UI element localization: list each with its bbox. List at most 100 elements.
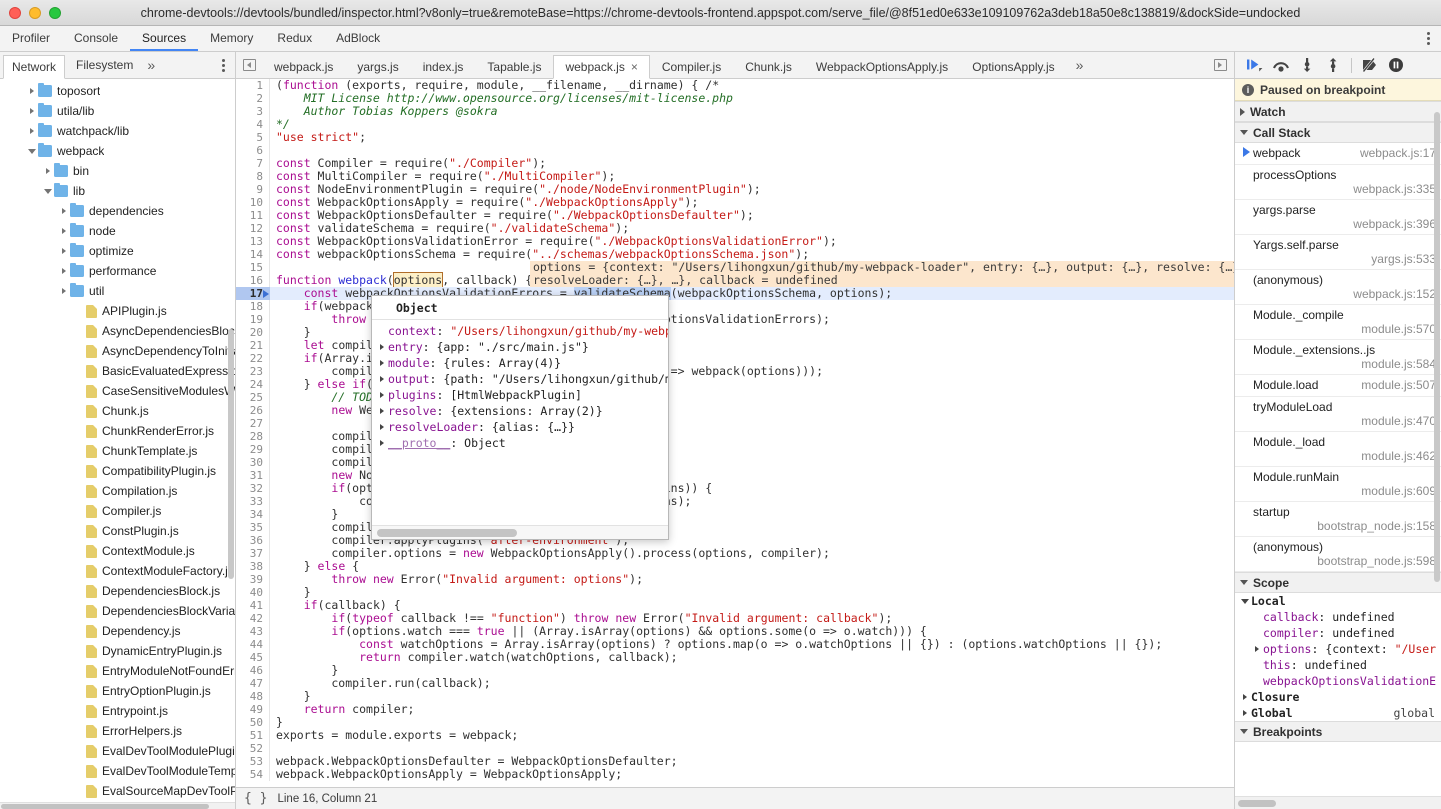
line-number[interactable]: 53 [236, 755, 270, 768]
call-stack-frame[interactable]: tryModuleLoad module.js:470 [1235, 397, 1441, 432]
deactivate-breakpoints-button[interactable] [1358, 54, 1382, 76]
line-number[interactable]: 20 [236, 326, 270, 339]
editor-tab[interactable]: yargs.js [345, 55, 410, 78]
close-window-button[interactable] [9, 6, 21, 19]
watch-section-header[interactable]: Watch [1235, 101, 1441, 122]
line-number[interactable]: 48 [236, 690, 270, 703]
call-stack-frame[interactable]: Module._extensions..js module.js:584 [1235, 340, 1441, 375]
debugger-horizontal-scrollbar[interactable] [1235, 796, 1441, 809]
line-number[interactable]: 28 [236, 430, 270, 443]
code-line[interactable]: 45 return compiler.watch(watchOptions, c… [236, 651, 1234, 664]
code-line-text[interactable]: Author Tobias Koppers @sokra [270, 105, 498, 118]
call-stack-frame[interactable]: (anonymous) bootstrap_node.js:598 [1235, 537, 1441, 572]
call-stack-frame[interactable]: Module.load module.js:507 [1235, 375, 1441, 397]
popover-property-row[interactable]: plugins: [HtmlWebpackPlugin] [376, 387, 668, 403]
main-tab-console[interactable]: Console [62, 26, 130, 51]
line-number[interactable]: 41 [236, 599, 270, 612]
editor-tab[interactable]: webpack.js [262, 55, 345, 78]
file-tree[interactable]: toposort utila/lib watchpack/lib webpack bin… [0, 79, 235, 802]
breakpoint-list-item[interactable] [1235, 742, 1441, 746]
file-tree-folder[interactable]: watchpack/lib [0, 121, 235, 141]
popover-horizontal-scrollbar[interactable] [372, 525, 668, 539]
code-line[interactable]: 54 webpack.WebpackOptionsApply = WebpackO… [236, 768, 1234, 781]
popover-property-row[interactable]: context: "/Users/lihongxun/github/my-web… [376, 323, 668, 339]
scope-section-header[interactable]: Scope [1235, 572, 1441, 593]
maximize-window-button[interactable] [49, 6, 61, 19]
line-number[interactable]: 24 [236, 378, 270, 391]
line-number[interactable]: 43 [236, 625, 270, 638]
code-line[interactable]: 39 throw new Error("Invalid argument: op… [236, 573, 1234, 586]
file-tree-scrollbar[interactable] [228, 329, 234, 579]
line-number[interactable]: 21 [236, 339, 270, 352]
line-number[interactable]: 34 [236, 508, 270, 521]
file-tree-file[interactable]: BasicEvaluatedExpression.js [0, 361, 235, 381]
disclosure-triangle[interactable] [26, 108, 38, 114]
scope-variable-row[interactable]: options: {context: "/User [1235, 641, 1441, 657]
popover-property-row[interactable]: resolve: {extensions: Array(2)} [376, 403, 668, 419]
line-number[interactable]: 46 [236, 664, 270, 677]
line-number[interactable]: 30 [236, 456, 270, 469]
file-tree-file[interactable]: EntryModuleNotFoundError.js [0, 661, 235, 681]
line-number[interactable]: 39 [236, 573, 270, 586]
file-tree-file[interactable]: Entrypoint.js [0, 701, 235, 721]
line-number[interactable]: 13 [236, 235, 270, 248]
disclosure-triangle[interactable] [58, 248, 70, 254]
code-line[interactable]: 4 */ [236, 118, 1234, 131]
call-stack-frame[interactable]: webpack webpack.js:17 [1235, 143, 1441, 165]
navigator-more-tabs-icon[interactable]: » [141, 52, 161, 78]
scope-variable-row[interactable]: this: undefined [1235, 657, 1441, 673]
disclosure-triangle[interactable] [26, 148, 38, 154]
file-tree-folder[interactable]: node [0, 221, 235, 241]
line-number[interactable]: 5 [236, 131, 270, 144]
file-tree-folder[interactable]: utila/lib [0, 101, 235, 121]
line-number[interactable]: 9 [236, 183, 270, 196]
line-number[interactable]: 42 [236, 612, 270, 625]
line-number[interactable]: 25 [236, 391, 270, 404]
navigator-tab-filesystem[interactable]: Filesystem [68, 55, 141, 75]
popover-property-row[interactable]: module: {rules: Array(4)} [376, 355, 668, 371]
editor-more-tabs-icon[interactable]: » [1067, 52, 1093, 78]
line-number[interactable]: 33 [236, 495, 270, 508]
line-number[interactable]: 12 [236, 222, 270, 235]
disclosure-triangle[interactable] [58, 288, 70, 294]
popover-property-row[interactable]: __proto__: Object [376, 435, 668, 451]
file-tree-file[interactable]: AsyncDependencyToInitialChunkError.js [0, 341, 235, 361]
file-tree-file[interactable]: Compilation.js [0, 481, 235, 501]
line-number[interactable]: 23 [236, 365, 270, 378]
scope-variable-row[interactable]: callback: undefined [1235, 609, 1441, 625]
disclosure-triangle[interactable] [58, 228, 70, 234]
line-number[interactable]: 35 [236, 521, 270, 534]
file-tree-file[interactable]: ErrorHelpers.js [0, 721, 235, 741]
file-tree-folder[interactable]: bin [0, 161, 235, 181]
disclosure-triangle[interactable] [1239, 710, 1251, 716]
file-tree-file[interactable]: Dependency.js [0, 621, 235, 641]
line-number[interactable]: 1 [236, 79, 270, 92]
disclosure-triangle[interactable] [26, 128, 38, 134]
editor-tab[interactable]: Chunk.js [733, 55, 804, 78]
file-tree-folder[interactable]: util [0, 281, 235, 301]
main-tab-redux[interactable]: Redux [265, 26, 324, 51]
disclosure-triangle[interactable] [58, 208, 70, 214]
line-number[interactable]: 52 [236, 742, 270, 755]
file-tree-file[interactable]: AsyncDependenciesBlock.js [0, 321, 235, 341]
code-line-text[interactable]: throw new Error("Invalid argument: optio… [270, 573, 643, 586]
line-number[interactable]: 54 [236, 768, 270, 781]
disclosure-triangle[interactable] [376, 408, 388, 414]
code-line[interactable]: 47 compiler.run(callback); [236, 677, 1234, 690]
file-tree-file[interactable]: ChunkRenderError.js [0, 421, 235, 441]
file-tree-file[interactable]: ConstPlugin.js [0, 521, 235, 541]
file-tree-file[interactable]: CompatibilityPlugin.js [0, 461, 235, 481]
breakpoints-section-header[interactable]: Breakpoints [1235, 721, 1441, 742]
line-number[interactable]: 8 [236, 170, 270, 183]
disclosure-triangle[interactable] [42, 188, 54, 194]
line-number[interactable]: 31 [236, 469, 270, 482]
line-number[interactable]: 19 [236, 313, 270, 326]
file-tree-horizontal-scrollbar[interactable] [0, 802, 235, 809]
main-tab-adblock[interactable]: AdBlock [324, 26, 392, 51]
file-tree-file[interactable]: EvalDevToolModulePlugin.js [0, 741, 235, 761]
scope-variable-row[interactable]: compiler: undefined [1235, 625, 1441, 641]
call-stack-section-header[interactable]: Call Stack [1235, 122, 1441, 143]
line-number[interactable]: 38 [236, 560, 270, 573]
file-tree-file[interactable]: Compiler.js [0, 501, 235, 521]
call-stack-frame[interactable]: (anonymous) webpack.js:152 [1235, 270, 1441, 305]
